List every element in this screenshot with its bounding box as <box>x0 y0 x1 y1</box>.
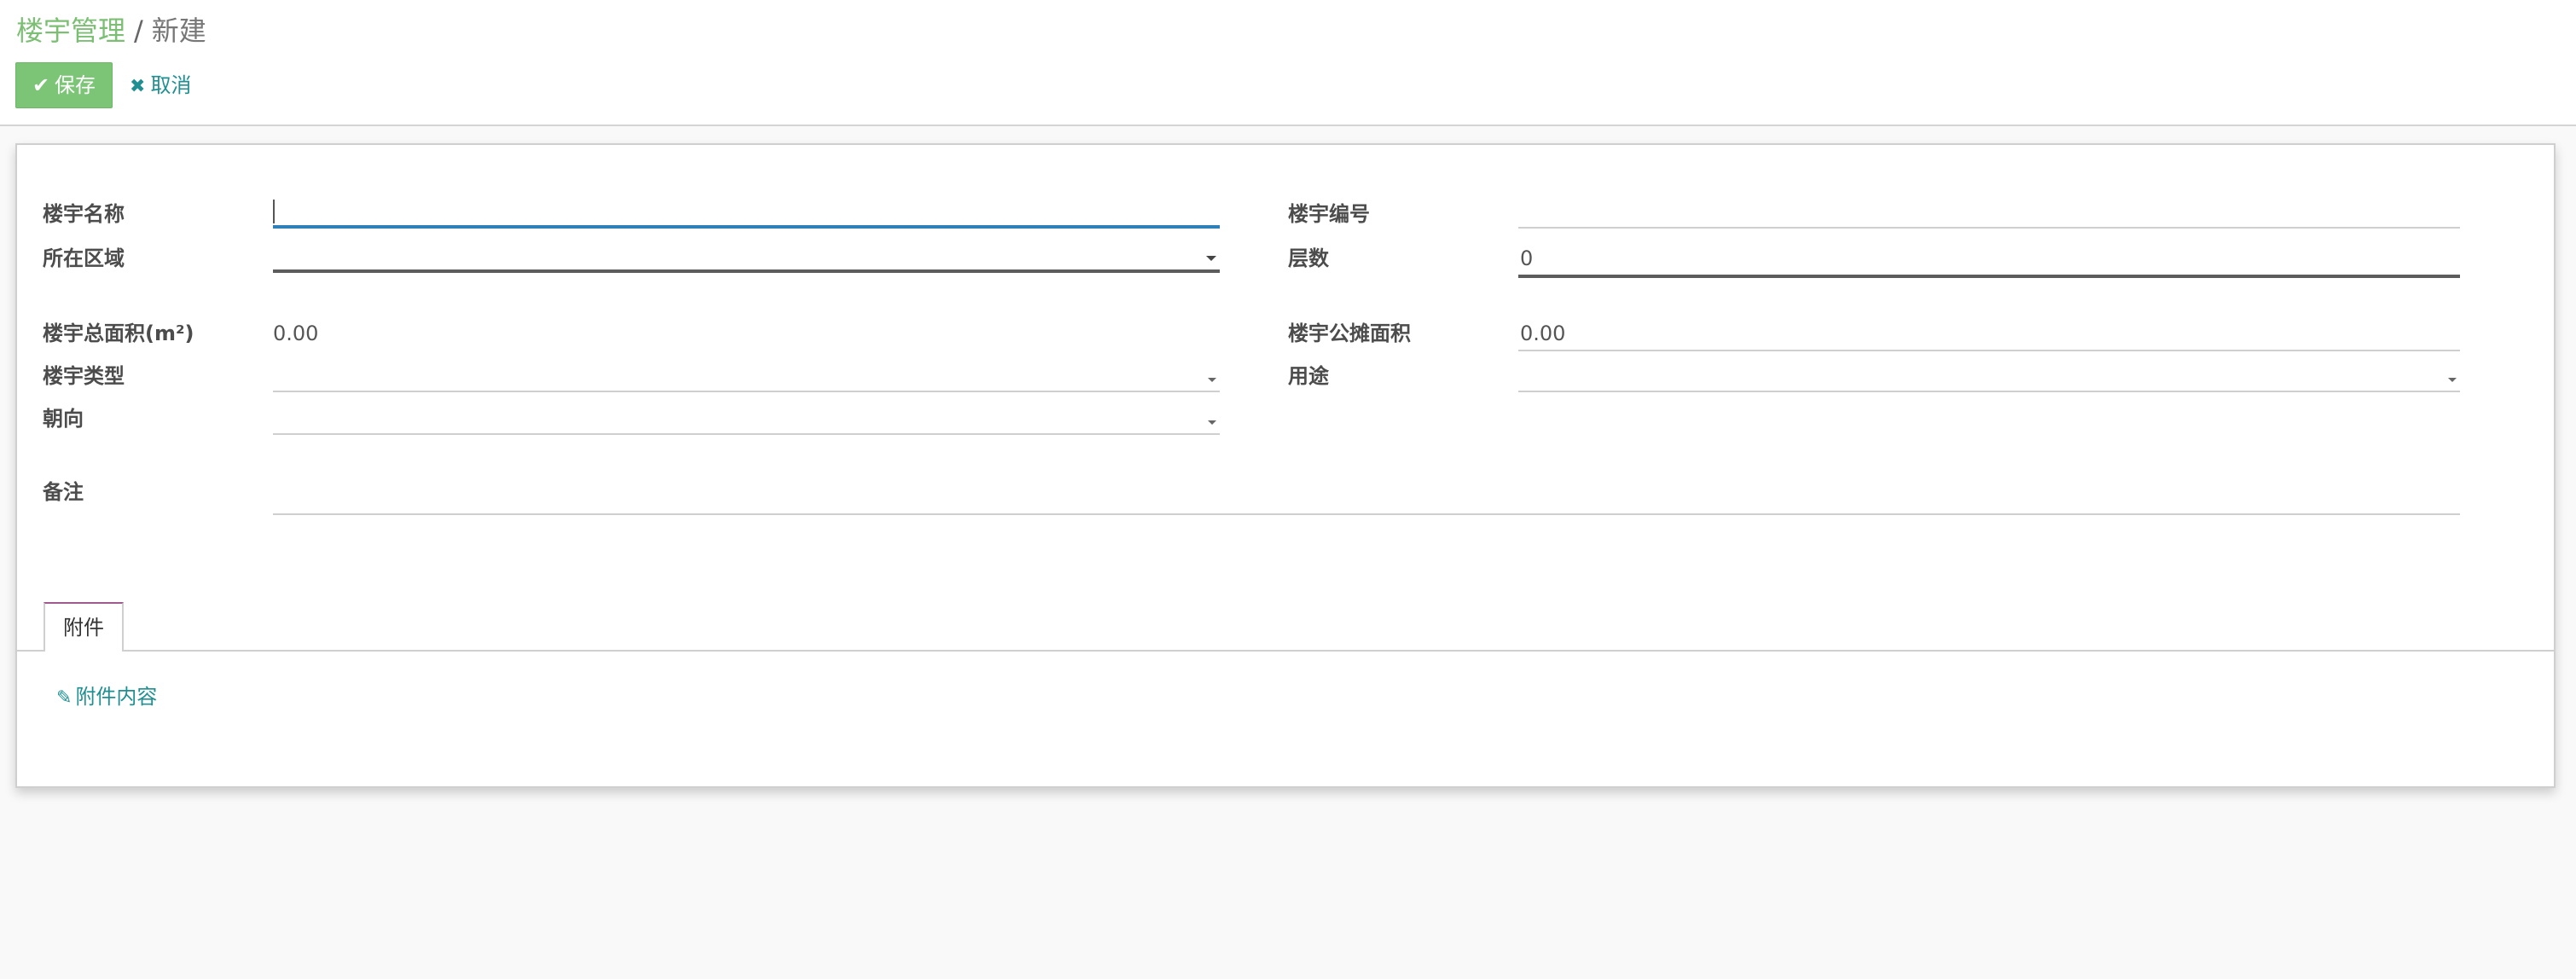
chevron-down-icon <box>2448 378 2457 382</box>
attachment-content-link[interactable]: ✎ 附件内容 <box>56 682 157 713</box>
orientation-label: 朝向 <box>43 407 84 431</box>
chevron-down-icon <box>1206 256 1216 261</box>
notes-label: 备注 <box>43 480 84 504</box>
usage-select[interactable] <box>1518 358 2460 392</box>
building-code-label: 楼宇编号 <box>1288 202 1370 226</box>
building-code-input[interactable] <box>1518 194 2460 229</box>
building-type-label: 楼宇类型 <box>43 364 125 388</box>
save-button-label: 保存 <box>55 73 96 97</box>
chevron-down-icon <box>1208 378 1216 382</box>
floors-label: 层数 <box>1288 246 1329 270</box>
close-icon: ✖ <box>130 76 146 97</box>
breadcrumb-current: 新建 <box>151 14 206 47</box>
control-panel: 楼宇管理 / 新建 ✔ 保存 ✖ 取消 <box>0 0 2576 126</box>
floors-input[interactable]: 0 <box>1518 240 2460 278</box>
building-name-input[interactable] <box>273 194 1220 229</box>
shared-area-input[interactable]: 0.00 <box>1518 314 2460 351</box>
notes-textarea[interactable] <box>273 469 2460 515</box>
paperclip-icon: ✎ <box>56 687 73 709</box>
tab-attachments[interactable]: 附件 <box>44 602 124 652</box>
orientation-select[interactable] <box>273 401 1220 435</box>
save-button[interactable]: ✔ 保存 <box>15 62 113 108</box>
region-select[interactable] <box>273 239 1220 273</box>
attachment-content-label: 附件内容 <box>75 685 158 709</box>
building-type-select[interactable] <box>273 358 1220 392</box>
total-area-label: 楼宇总面积(m²) <box>43 322 194 345</box>
breadcrumb: 楼宇管理 / 新建 <box>16 12 206 49</box>
region-label: 所在区域 <box>43 246 125 270</box>
breadcrumb-parent-link[interactable]: 楼宇管理 <box>16 14 125 47</box>
text-cursor <box>273 200 275 223</box>
cancel-button-label: 取消 <box>150 73 192 97</box>
check-icon: ✔ <box>32 73 50 97</box>
tabs-divider <box>17 650 2554 652</box>
breadcrumb-separator: / <box>134 14 143 47</box>
chevron-down-icon <box>1208 420 1216 425</box>
cancel-button[interactable]: ✖ 取消 <box>130 62 191 108</box>
usage-label: 用途 <box>1288 364 1329 388</box>
shared-area-value: 0.00 <box>1520 322 1566 345</box>
building-name-label: 楼宇名称 <box>43 202 125 226</box>
floors-value: 0 <box>1520 246 1534 270</box>
shared-area-label: 楼宇公摊面积 <box>1288 322 1411 345</box>
total-area-value: 0.00 <box>273 322 319 345</box>
form-sheet: 楼宇名称 楼宇编号 所在区域 层数 0 楼宇总面积(m²) 0.00 楼宇公摊面… <box>15 143 2556 788</box>
